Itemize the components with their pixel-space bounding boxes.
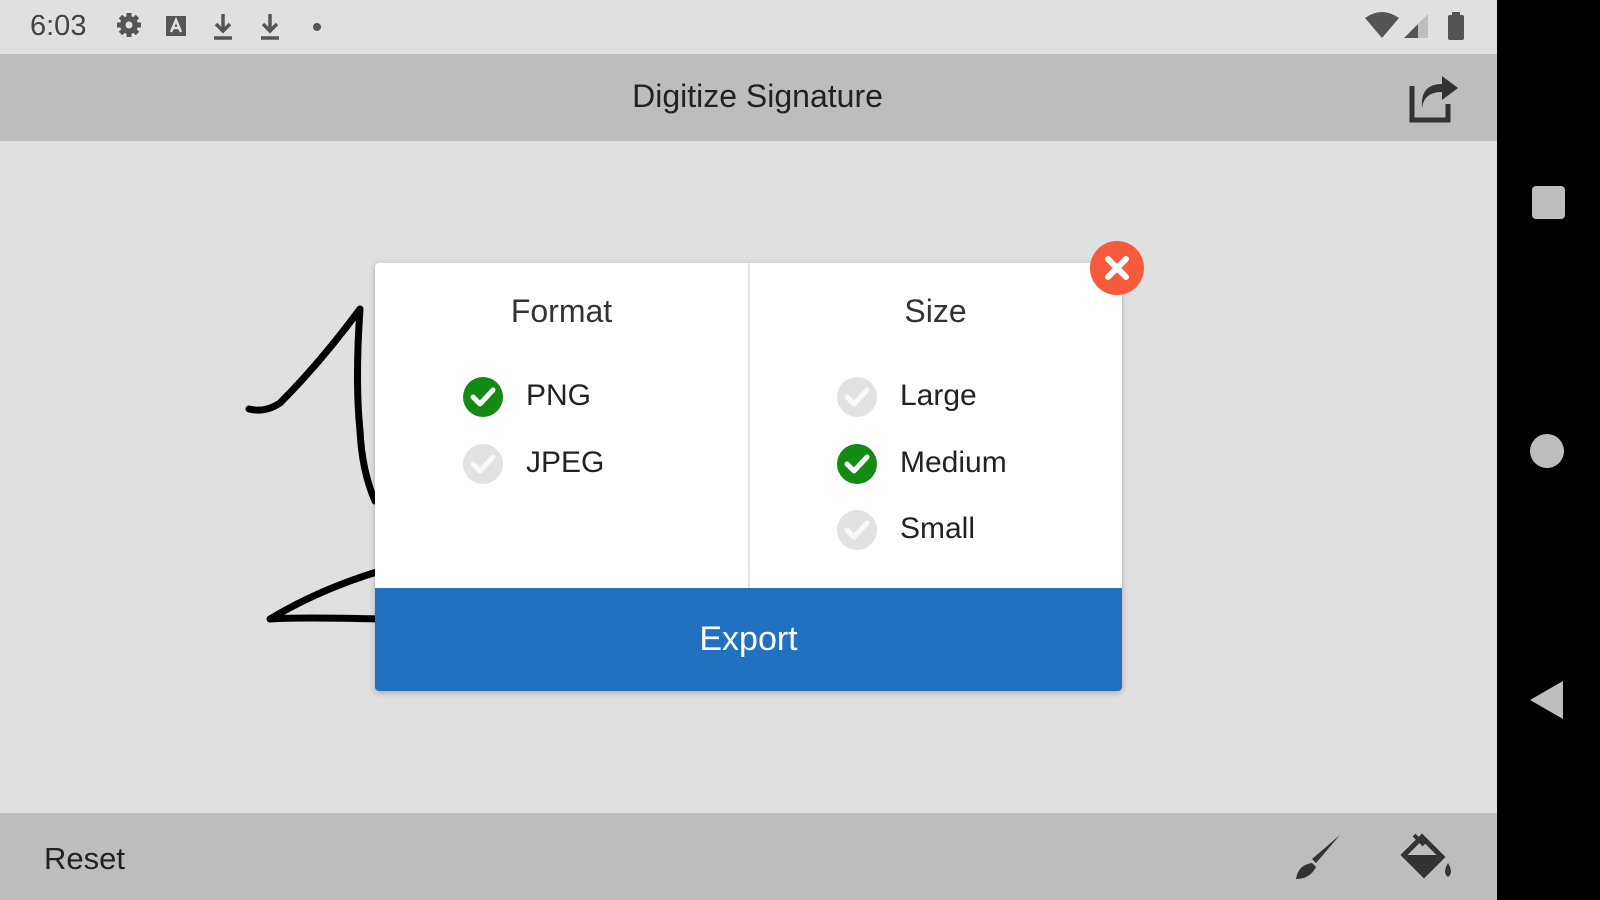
check-unselected-icon [463, 444, 503, 484]
status-time: 6:03 [30, 10, 87, 42]
bottom-toolbar: Reset [0, 813, 1497, 900]
app-bar: Digitize Signature [0, 54, 1497, 141]
format-option-label: PNG [526, 379, 592, 412]
back-icon[interactable] [1530, 681, 1563, 719]
reset-button[interactable]: Reset [44, 841, 125, 877]
gear-icon [117, 13, 141, 37]
font-box-icon [166, 16, 186, 36]
format-title: Format [510, 293, 613, 329]
signal-icon [1404, 14, 1428, 38]
system-nav-bar [1497, 0, 1600, 900]
check-selected-icon [463, 377, 503, 417]
close-button[interactable] [1090, 241, 1144, 295]
size-option-label: Medium [900, 446, 1007, 479]
check-selected-icon [837, 444, 877, 484]
home-icon[interactable] [1530, 434, 1564, 468]
size-title: Size [904, 293, 967, 329]
export-button[interactable]: Export [375, 588, 1122, 691]
dot-icon [313, 23, 321, 31]
wifi-icon [1365, 12, 1399, 38]
status-bar: 6:03 [0, 0, 1497, 54]
format-section: Format PNG JPEG [375, 263, 748, 588]
size-option-label: Large [900, 379, 977, 412]
share-icon[interactable] [1408, 72, 1462, 124]
page-title: Digitize Signature [632, 78, 883, 114]
download-icon [261, 14, 279, 40]
battery-icon [1448, 12, 1464, 40]
size-option-label: Small [900, 512, 976, 545]
recents-icon[interactable] [1532, 186, 1565, 219]
brush-icon[interactable] [1292, 833, 1342, 883]
format-option-label: JPEG [526, 446, 605, 479]
paint-bucket-icon[interactable] [1400, 833, 1456, 885]
export-dialog: Format PNG JPEG Size Large Medium Small … [375, 263, 1122, 691]
check-unselected-icon [837, 377, 877, 417]
check-unselected-icon [837, 510, 877, 550]
download-icon [214, 14, 232, 40]
size-section: Size Large Medium Small [749, 263, 1122, 588]
close-icon [1105, 256, 1129, 280]
app-screen: 6:03 Digitize Signature Reset Format PNG… [0, 0, 1497, 900]
